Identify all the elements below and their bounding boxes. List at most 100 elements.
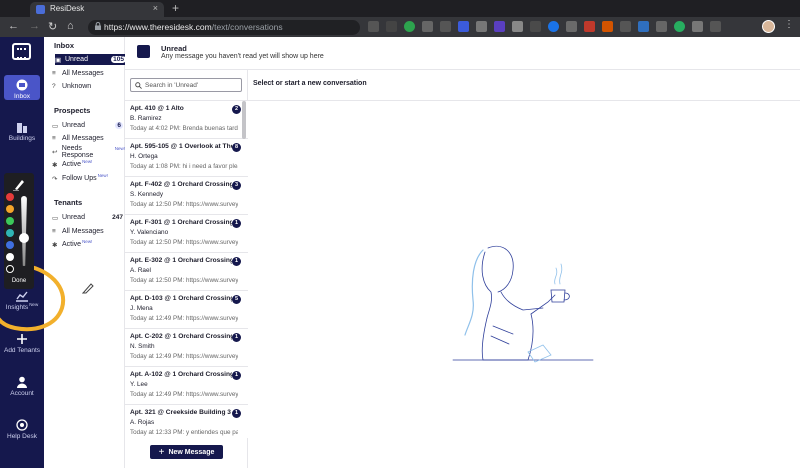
- extension-icon[interactable]: [476, 21, 487, 32]
- extension-icon[interactable]: [494, 21, 505, 32]
- color-swatch[interactable]: [6, 217, 14, 225]
- color-swatch[interactable]: [6, 193, 14, 201]
- color-swatch[interactable]: [6, 265, 14, 273]
- unread-count-badge: 1: [232, 257, 241, 266]
- stroke-size-slider[interactable]: [21, 196, 27, 266]
- forward-arrow-icon[interactable]: →: [29, 20, 40, 32]
- conversation-list-scrollbar[interactable]: [242, 101, 246, 139]
- extension-icon[interactable]: [638, 21, 649, 32]
- extension-icon[interactable]: [602, 21, 613, 32]
- nav-label: Unread: [62, 214, 85, 221]
- woman-with-coffee-illustration: [452, 245, 594, 363]
- nav-item-prospects-all-messages[interactable]: ≡ All Messages: [52, 133, 125, 144]
- new-message-button[interactable]: + New Message: [150, 445, 223, 459]
- conversation-row[interactable]: Apt. C-202 @ 1 Orchard Crossing N. Smith T…: [125, 329, 248, 367]
- conversation-contact: H. Ortega: [130, 153, 158, 160]
- conversation-contact: J. Mena: [130, 305, 153, 312]
- nav-item-prospects-unread[interactable]: ▭ Unread 6: [52, 120, 125, 131]
- inbox-tray-icon: ▭: [52, 122, 59, 130]
- reload-icon[interactable]: ↻: [48, 20, 57, 33]
- extension-icon[interactable]: [440, 21, 451, 32]
- extension-icon[interactable]: [404, 21, 415, 32]
- nav-item-follow-ups[interactable]: ↷ Follow Ups New!: [52, 173, 125, 184]
- tab-close-icon[interactable]: ×: [153, 3, 158, 13]
- conversation-row[interactable]: Apt. 410 @ 1 Alto B. Ramirez Today at 4:02…: [125, 101, 248, 139]
- conversation-title: Apt. F-402 @ 1 Orchard Crossing: [130, 181, 232, 188]
- rail-item-help-desk[interactable]: Help Desk: [0, 419, 44, 440]
- color-swatch[interactable]: [6, 241, 14, 249]
- extension-icon[interactable]: [620, 21, 631, 32]
- extension-icon[interactable]: [512, 21, 523, 32]
- extension-icon[interactable]: [530, 21, 541, 32]
- extension-icon[interactable]: [674, 21, 685, 32]
- plus-icon: +: [158, 446, 165, 458]
- new-superscript: New!: [97, 173, 108, 178]
- extension-icon[interactable]: [566, 21, 577, 32]
- url-field[interactable]: https://www.theresidesk.com/text/convers…: [88, 20, 360, 35]
- profile-avatar[interactable]: [762, 20, 775, 33]
- question-icon: ?: [52, 83, 56, 90]
- residesk-logo-icon[interactable]: [12, 43, 31, 60]
- nav-item-needs-response[interactable]: ↩ Needs Response New!: [52, 145, 125, 159]
- extensions-bar: [368, 21, 721, 33]
- extension-icon[interactable]: [692, 21, 703, 32]
- lock-icon: [95, 22, 101, 30]
- conversation-row[interactable]: Apt. F-402 @ 1 Orchard Crossing S. Kenned…: [125, 177, 248, 215]
- extension-icon[interactable]: [386, 21, 397, 32]
- nav-item-prospects-active[interactable]: ✱ Active New!: [52, 159, 125, 170]
- nav-item-tenants-unread[interactable]: ▭ Unread 247: [52, 212, 125, 223]
- conversation-row[interactable]: Apt. 321 @ Creekside Building 3 A. Rojas T…: [125, 405, 248, 438]
- nav-label: All Messages: [62, 70, 104, 77]
- conversation-contact: S. Kennedy: [130, 191, 164, 198]
- extension-icon[interactable]: [458, 21, 469, 32]
- extension-icon[interactable]: [548, 21, 559, 32]
- conversation-row[interactable]: Apt. D-103 @ 1 Orchard Crossing J. Mena To…: [125, 291, 248, 329]
- conversation-preview: Today at 12:49 PM: https://www.survey: [130, 391, 238, 398]
- conversation-row[interactable]: Apt. F-301 @ 1 Orchard Crossing Y. Valenc…: [125, 215, 248, 253]
- extension-icon[interactable]: [368, 21, 379, 32]
- inbox-tray-icon: ▭: [52, 214, 59, 222]
- pen-icon[interactable]: [13, 177, 25, 191]
- nav-item-tenants-active[interactable]: ✱ Active New!: [52, 239, 125, 250]
- color-swatch[interactable]: [6, 229, 14, 237]
- conversation-row[interactable]: Apt. 595-105 @ 1 Overlook at Thornton H. …: [125, 139, 248, 177]
- nav-heading-prospects: Prospects: [54, 106, 91, 115]
- conversation-row[interactable]: Apt. A-102 @ 1 Orchard Crossing Y. Lee Tod…: [125, 367, 248, 405]
- nav-item-inbox-unread[interactable]: ▣ Unread 105: [55, 54, 128, 65]
- browser-tab[interactable]: ResiDesk ×: [30, 2, 164, 17]
- search-icon: [135, 82, 142, 89]
- new-tab-icon[interactable]: +: [172, 1, 179, 15]
- back-arrow-icon[interactable]: ←: [8, 20, 19, 32]
- nav-item-inbox-unknown[interactable]: ? Unknown: [52, 81, 125, 92]
- stroke-size-slider-handle[interactable]: [19, 233, 29, 243]
- unread-count-badge: 105: [111, 56, 126, 63]
- extension-icon[interactable]: [422, 21, 433, 32]
- rail-item-account[interactable]: Account: [0, 376, 44, 397]
- list-icon: ≡: [52, 70, 56, 77]
- browser-menu-icon[interactable]: ⋮: [784, 19, 794, 30]
- nav-item-inbox-all-messages[interactable]: ≡ All Messages: [52, 68, 125, 79]
- rail-item-add-tenants[interactable]: Add Tenants: [0, 333, 44, 354]
- annotation-done-button[interactable]: Done: [4, 278, 34, 284]
- extension-icon[interactable]: [656, 21, 667, 32]
- conversation-preview: Today at 12:33 PM: y entiendes que pasa: [130, 429, 238, 436]
- extension-icon[interactable]: [710, 21, 721, 32]
- nav-item-tenants-all-messages[interactable]: ≡ All Messages: [52, 226, 125, 237]
- nav-label: Unknown: [62, 83, 92, 90]
- help-icon: [16, 419, 28, 431]
- conversation-title: Apt. 595-105 @ 1 Overlook at Thornton: [130, 143, 232, 150]
- home-icon[interactable]: ⌂: [67, 20, 74, 32]
- conversation-contact: Y. Valenciano: [130, 229, 169, 236]
- inbox-nav-panel: Inbox ▣ Unread 105 ≡ All Messages ? Unkn…: [44, 37, 128, 468]
- rail-item-inbox[interactable]: Inbox: [4, 75, 40, 100]
- url-path: /text/conversations: [211, 22, 283, 32]
- extension-icon[interactable]: [584, 21, 595, 32]
- conversation-toolbar: Select or start a new conversation: [248, 70, 800, 101]
- unread-count-badge: 1: [232, 333, 241, 342]
- rail-item-buildings[interactable]: Buildings: [0, 121, 44, 142]
- search-box[interactable]: [130, 78, 242, 92]
- color-swatch[interactable]: [6, 253, 14, 261]
- search-input[interactable]: [145, 80, 239, 90]
- conversation-row[interactable]: Apt. E-302 @ 1 Orchard Crossing A. Rael To…: [125, 253, 248, 291]
- color-swatch[interactable]: [6, 205, 14, 213]
